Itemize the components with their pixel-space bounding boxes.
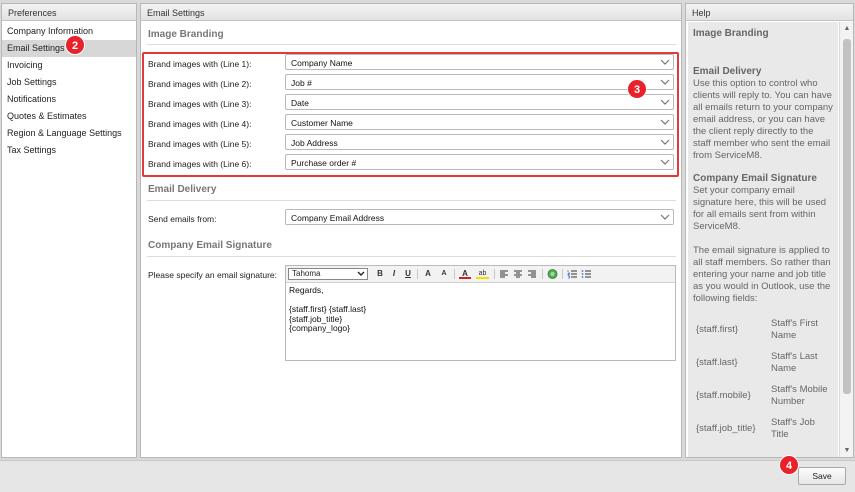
signature-text-area[interactable]: Regards, {staff.first} {staff.last} {sta… — [286, 283, 675, 337]
signature-line: {staff.first} {staff.last} — [289, 304, 367, 314]
divider — [147, 200, 676, 201]
help-header: Help — [686, 4, 853, 21]
image-branding-title: Image Branding — [148, 29, 224, 40]
font-family-value: Tahoma — [292, 269, 321, 278]
divider — [147, 44, 676, 45]
help-text-signature: Set your company email signature here, t… — [693, 185, 827, 232]
scroll-up-icon[interactable]: ▲ — [843, 25, 851, 33]
table-row: {staff.job_title} Staff's Job Title — [693, 412, 833, 445]
send-emails-from-label: Send emails from: — [148, 214, 217, 224]
underline-button[interactable]: U — [403, 268, 413, 280]
help-text-fields: The email signature is applied to all st… — [693, 245, 831, 304]
toolbar-separator — [417, 269, 418, 279]
field-desc: Staff's Job Title — [771, 416, 815, 440]
field-code: {staff.last} — [696, 356, 738, 368]
increase-font-button[interactable]: A — [422, 268, 434, 280]
decrease-font-button[interactable]: A — [438, 268, 450, 280]
chevron-down-icon — [357, 271, 365, 276]
toolbar-separator — [542, 269, 543, 279]
scroll-down-icon[interactable]: ▼ — [843, 447, 851, 455]
bullet-list-icon[interactable] — [581, 268, 591, 280]
field-desc: Staff's Last Name — [771, 350, 818, 374]
help-title-image-branding: Image Branding — [693, 28, 769, 39]
preferences-panel: Preferences Company Information Email Se… — [1, 3, 137, 458]
font-color-button[interactable]: A — [459, 268, 471, 279]
highlight-box — [142, 52, 679, 177]
step-badge-4: 4 — [779, 455, 799, 475]
bold-button[interactable]: B — [375, 268, 385, 280]
help-content: Image Branding Email Delivery Use this o… — [688, 22, 838, 457]
insert-image-icon[interactable] — [547, 268, 558, 280]
field-code: {staff.first} — [696, 323, 739, 335]
highlight-button[interactable]: ab — [476, 268, 489, 279]
editor-toolbar: Tahoma B I U A A A ab — [286, 266, 675, 283]
email-delivery-title: Email Delivery — [148, 184, 217, 195]
toolbar-separator — [454, 269, 455, 279]
save-button[interactable]: Save — [798, 467, 846, 485]
align-left-icon[interactable] — [499, 268, 509, 280]
send-emails-from-select[interactable]: Company Email Address — [285, 209, 674, 225]
email-settings-header: Email Settings — [141, 4, 681, 21]
help-title-email-delivery: Email Delivery — [693, 66, 762, 77]
send-emails-from-value: Company Email Address — [291, 213, 385, 223]
footer-bar — [0, 460, 855, 492]
pref-item-region-language[interactable]: Region & Language Settings — [2, 125, 136, 142]
signature-label: Please specify an email signature: — [148, 270, 277, 280]
scroll-thumb[interactable] — [843, 39, 851, 394]
pref-item-notifications[interactable]: Notifications — [2, 91, 136, 108]
align-center-icon[interactable] — [513, 268, 523, 280]
help-scrollbar[interactable]: ▲ ▼ — [839, 22, 853, 457]
help-text-email-delivery: Use this option to control who clients w… — [693, 78, 833, 161]
toolbar-separator — [562, 269, 563, 279]
field-desc: Staff's Mobile Number — [771, 383, 828, 407]
field-desc: Staff's First Name — [771, 317, 819, 341]
numbered-list-icon[interactable] — [567, 268, 577, 280]
company-email-signature-title: Company Email Signature — [148, 240, 272, 251]
table-row: {staff.first} Staff's First Name — [693, 313, 833, 346]
align-right-icon[interactable] — [527, 268, 537, 280]
toolbar-separator — [494, 269, 495, 279]
step-badge-3: 3 — [627, 79, 647, 99]
table-row: {staff.mobile} Staff's Mobile Number — [693, 379, 833, 412]
help-fields-table: {staff.first} Staff's First Name {staff.l… — [693, 313, 833, 445]
chevron-down-icon — [660, 214, 670, 220]
pref-item-invoicing[interactable]: Invoicing — [2, 57, 136, 74]
signature-line: {company_logo} — [289, 323, 350, 333]
divider — [147, 256, 676, 257]
italic-button[interactable]: I — [389, 268, 399, 280]
field-code: {staff.mobile} — [696, 389, 751, 401]
table-row: {staff.last} Staff's Last Name — [693, 346, 833, 379]
pref-item-tax-settings[interactable]: Tax Settings — [2, 142, 136, 159]
signature-editor: Tahoma B I U A A A ab Regards, {staff.fi… — [285, 265, 676, 361]
pref-item-quotes-estimates[interactable]: Quotes & Estimates — [2, 108, 136, 125]
preferences-header: Preferences — [2, 4, 136, 21]
help-title-signature: Company Email Signature — [693, 173, 817, 184]
signature-line: Regards, — [289, 285, 324, 295]
field-code: {staff.job_title} — [696, 422, 756, 434]
pref-item-job-settings[interactable]: Job Settings — [2, 74, 136, 91]
help-panel: Help Image Branding Email Delivery Use t… — [685, 3, 854, 458]
font-family-select[interactable]: Tahoma — [288, 268, 368, 280]
step-badge-2: 2 — [65, 35, 85, 55]
